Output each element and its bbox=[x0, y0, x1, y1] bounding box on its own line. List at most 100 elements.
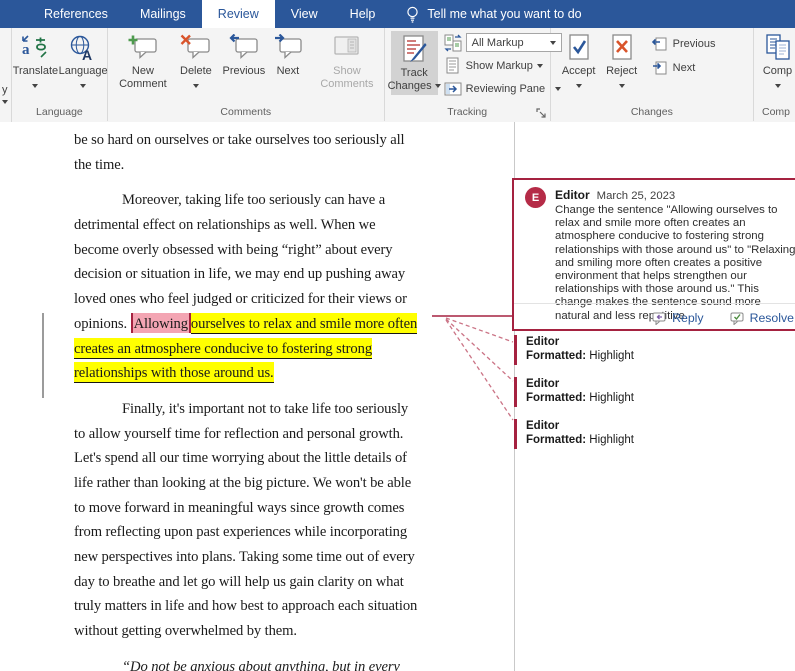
delete-label: Delete bbox=[180, 65, 212, 78]
changes-group: Accept Reject bbox=[551, 28, 754, 121]
accept-button[interactable]: Accept bbox=[558, 31, 600, 92]
document-line: Let's spend all our time worrying about … bbox=[74, 446, 446, 471]
revision-author: Editor bbox=[526, 420, 794, 434]
comment-card[interactable]: E EditorMarch 25, 2023 Change the senten… bbox=[512, 178, 795, 331]
show-comments-icon bbox=[332, 31, 362, 65]
revision-entry[interactable]: EditorFormatted: Highlight bbox=[514, 335, 794, 365]
paragraph: be so hard on ourselves or take ourselve… bbox=[74, 128, 446, 177]
track-changes-icon bbox=[398, 33, 430, 67]
document-line: loved ones who feel judged or criticized… bbox=[74, 287, 446, 312]
previous-comment-button[interactable]: Previous bbox=[221, 31, 267, 78]
next-comment-label: Next bbox=[277, 65, 300, 78]
new-comment-icon bbox=[127, 31, 159, 65]
revision-entry[interactable]: EditorFormatted: Highlight bbox=[514, 419, 794, 449]
reject-button[interactable]: Reject bbox=[602, 31, 642, 92]
show-comments-button: Show Comments bbox=[316, 31, 378, 91]
tracking-group: Track Changes bbox=[385, 28, 551, 121]
chevron-down-icon bbox=[537, 64, 543, 68]
track-changes-button[interactable]: Track Changes bbox=[391, 31, 438, 95]
language-group: a Translate bbox=[12, 28, 108, 121]
document-line: from reflecting upon past experiences wh… bbox=[74, 520, 446, 545]
reply-icon bbox=[652, 312, 667, 325]
avatar: E bbox=[525, 187, 546, 208]
language-button[interactable]: A Language bbox=[60, 31, 106, 92]
compare-label: Comp bbox=[763, 65, 792, 78]
next-change-button[interactable]: Next bbox=[651, 60, 716, 76]
tracking-dialog-launcher[interactable] bbox=[536, 108, 547, 119]
revision-detail: Formatted: Highlight bbox=[526, 392, 794, 406]
comment-date: March 25, 2023 bbox=[597, 190, 676, 202]
tab-list: ReferencesMailingsReviewViewHelp bbox=[28, 0, 391, 28]
reviewing-pane-button[interactable]: Reviewing Pane bbox=[444, 78, 562, 99]
track-changes-label2: Changes bbox=[388, 80, 432, 92]
show-markup-label: Show Markup bbox=[466, 60, 533, 72]
show-comments-label2: Comments bbox=[320, 78, 373, 91]
new-comment-button[interactable]: New Comment bbox=[115, 31, 171, 91]
document-line: creates an atmosphere conducive to foste… bbox=[74, 337, 446, 362]
resolve-button[interactable]: Resolve bbox=[730, 311, 794, 325]
show-comments-label1: Show bbox=[333, 65, 361, 78]
highlighted-text: creates an atmosphere conducive to foste… bbox=[74, 338, 372, 359]
reviewing-pane-label: Reviewing Pane bbox=[466, 83, 546, 95]
document-line: detrimental effect on relationships as w… bbox=[74, 213, 446, 238]
reply-button[interactable]: Reply bbox=[652, 311, 703, 325]
document-line: Finally, it's important not to take life… bbox=[74, 397, 446, 422]
compare-button[interactable]: Comp bbox=[761, 31, 794, 92]
previous-change-button[interactable]: Previous bbox=[651, 36, 716, 52]
delete-comment-icon bbox=[180, 31, 212, 65]
display-for-review-icon bbox=[444, 34, 462, 52]
show-markup-icon bbox=[444, 57, 462, 75]
next-comment-button[interactable]: Next bbox=[269, 31, 307, 78]
display-for-review-value: All Markup bbox=[472, 37, 524, 49]
highlighted-text: relationships with those around us. bbox=[74, 362, 274, 383]
translate-label: Translate bbox=[13, 65, 58, 78]
paragraph: Finally, it's important not to take life… bbox=[74, 397, 446, 644]
document-line: Moreover, taking life too seriously can … bbox=[74, 188, 446, 213]
language-label: Language bbox=[59, 65, 108, 78]
language-group-label: Language bbox=[12, 105, 107, 121]
new-comment-label1: New bbox=[132, 65, 154, 78]
reply-label: Reply bbox=[672, 311, 703, 325]
tell-me-box[interactable]: Tell me what you want to do bbox=[405, 0, 581, 28]
document-line: without getting overwhelmed by them. bbox=[74, 619, 446, 644]
document-line: day to breathe and let go will help us g… bbox=[74, 570, 446, 595]
document-line: decision or situation in life, we may en… bbox=[74, 262, 446, 287]
display-for-review-select[interactable]: All Markup bbox=[466, 33, 562, 52]
cut-off-button[interactable]: y bbox=[0, 28, 12, 122]
tell-me-label: Tell me what you want to do bbox=[427, 7, 581, 21]
document-line: new perspectives into plans. Taking some… bbox=[74, 545, 446, 570]
document-area: be so hard on ourselves or take ourselve… bbox=[0, 122, 795, 671]
next-change-label: Next bbox=[673, 62, 696, 74]
delete-comment-button[interactable]: Delete bbox=[173, 31, 219, 92]
resolve-icon bbox=[730, 312, 745, 325]
chevron-down-icon bbox=[32, 84, 38, 88]
tab-review[interactable]: Review bbox=[202, 0, 275, 28]
next-comment-icon bbox=[272, 31, 304, 65]
revision-list: EditorFormatted: HighlightEditorFormatte… bbox=[514, 335, 794, 461]
document-line: relationships with those around us. bbox=[74, 361, 446, 386]
revision-detail: Formatted: Highlight bbox=[526, 434, 794, 448]
accept-label: Accept bbox=[562, 65, 596, 78]
document-line: to move forward in meaningful ways since… bbox=[74, 496, 446, 521]
tab-references[interactable]: References bbox=[28, 0, 124, 28]
revision-detail: Formatted: Highlight bbox=[526, 350, 794, 364]
document-line: to allow yourself time for reflection an… bbox=[74, 422, 446, 447]
new-comment-label2: Comment bbox=[119, 78, 167, 91]
reviewing-pane-icon bbox=[444, 80, 462, 98]
reject-label: Reject bbox=[606, 65, 637, 78]
changes-group-label: Changes bbox=[551, 105, 753, 121]
tab-help[interactable]: Help bbox=[334, 0, 392, 28]
show-markup-button[interactable]: Show Markup bbox=[444, 55, 562, 76]
tab-view[interactable]: View bbox=[275, 0, 334, 28]
document-line: life rather than looking at the big pict… bbox=[74, 471, 446, 496]
reject-icon bbox=[609, 31, 635, 65]
revision-entry[interactable]: EditorFormatted: Highlight bbox=[514, 377, 794, 407]
document-text[interactable]: be so hard on ourselves or take ourselve… bbox=[74, 128, 446, 671]
revision-author: Editor bbox=[526, 378, 794, 392]
chevron-down-icon bbox=[435, 84, 441, 88]
translate-button[interactable]: a Translate bbox=[13, 31, 58, 92]
revision-author: Editor bbox=[526, 336, 794, 350]
tab-mailings[interactable]: Mailings bbox=[124, 0, 202, 28]
chevron-down-icon bbox=[2, 100, 8, 104]
accept-icon bbox=[566, 31, 592, 65]
